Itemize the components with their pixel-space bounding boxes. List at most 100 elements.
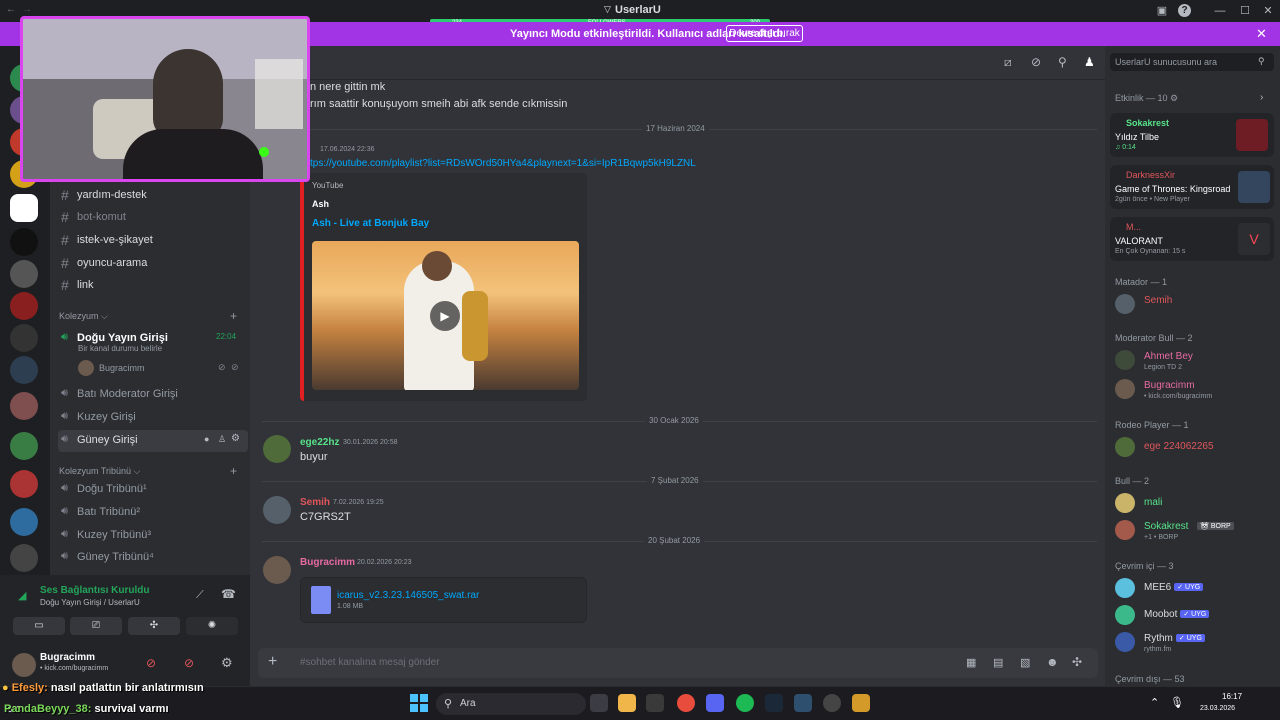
play-icon[interactable]: ▶ [430,301,460,331]
avatar[interactable] [263,556,291,584]
screen-share-button[interactable]: ⎚ [70,617,122,635]
embed-title[interactable]: Ash - Live at Bonjuk Bay [312,218,429,229]
gift-icon[interactable]: ▦ [966,656,976,669]
activity-card-2[interactable]: DarknessXir Game of Thrones: Kingsroad 2… [1110,165,1274,209]
clock-date[interactable]: 23.03.2026 [1200,705,1235,712]
avatar[interactable] [263,496,291,524]
windows-start-icon[interactable] [410,694,428,712]
voice-location[interactable]: Doğu Yayın Girişi / UserlarU [40,598,140,607]
server-icon-10[interactable] [10,356,38,384]
video-thumbnail[interactable]: ▶ [312,241,579,390]
inbox-icon[interactable]: ▣ [1154,3,1170,19]
emoji-icon[interactable]: ☻ [1046,655,1059,669]
server-icon-15[interactable] [10,544,38,572]
activity-card-3[interactable]: M... VALORANT En Çok Oynanan: 15 s V [1110,217,1274,261]
voice-channel-bati-tribunu[interactable]: 🔊︎ Batı Tribünü² [58,502,248,524]
channel-istek-ve-sikayet[interactable]: # istek-ve-şikayet [58,230,248,252]
embed-author[interactable]: Ash [312,199,329,209]
gear-icon[interactable]: ⚙ [231,433,240,444]
chrome-icon[interactable] [677,694,695,712]
message-author[interactable]: Bugracimm [300,557,355,568]
category-kolezyum[interactable]: Kolezyum ⌵ [59,311,108,322]
pin-icon[interactable]: ⚲ [1058,55,1067,69]
user-name[interactable]: Bugracimm [40,652,95,663]
member-list-icon[interactable]: ♟ [1084,55,1095,69]
chevron-up-icon[interactable]: ⌃ [1150,696,1159,709]
category-kolezyum-tribunu[interactable]: Kolezyum Tribünü ⌵ [59,466,140,477]
mic-icon[interactable]: 🎙︎ [1170,696,1184,709]
activity-card-1[interactable]: Sokakrest Yıldız Tilbe ♫ 0:14 [1110,113,1274,157]
server-icon-9[interactable] [10,324,38,352]
gif-icon[interactable]: ▤ [993,656,1003,669]
avatar[interactable] [12,653,36,677]
server-icon-13[interactable] [10,470,38,498]
task-view-icon[interactable] [590,694,608,712]
taskbar-search[interactable]: ⚲ Ara [436,693,586,715]
member-item[interactable]: Bugracimm • kick.com/bugracimm [1115,379,1275,405]
voice-channel-bati[interactable]: 🔊︎ Batı Moderator Girişi [58,384,248,406]
sticker-icon[interactable]: ▧ [1020,656,1030,669]
spotify-icon[interactable] [736,694,754,712]
channel-bot-komut[interactable]: # bot-komut [58,207,248,229]
member-item[interactable]: ege 224062265 [1115,437,1275,463]
steam-icon[interactable] [765,694,783,712]
channel-oyuncu-arama[interactable]: # oyuncu-arama [58,253,248,275]
member-item[interactable]: Moobot ✓ UYG [1115,605,1275,631]
threads-icon[interactable]: ⧄ [1004,55,1012,70]
member-item[interactable]: Sokakrest 👑︎ BORP +1 • BORP [1115,520,1275,546]
chevron-right-icon[interactable]: › [1260,92,1263,103]
member-item[interactable]: Semih [1115,294,1275,320]
clock-time[interactable]: 16:17 [1222,692,1242,701]
forward-arrow-icon[interactable]: → [22,4,32,15]
close-window-icon[interactable]: ✕ [1260,3,1276,19]
channel-status[interactable]: Bir kanal durumu belirle [78,344,162,353]
voice-connected-status[interactable]: Ses Bağlantısı Kuruldu [40,585,149,596]
member-item[interactable]: Ahmet Bey Legion TD 2 [1115,350,1275,376]
apps-icon[interactable]: ✣ [1072,655,1082,669]
activity-header[interactable]: Etkinlik — 10 ⚙ [1115,93,1178,104]
avatar[interactable] [263,435,291,463]
add-channel-icon[interactable]: + [230,464,237,478]
headphones-muted-icon[interactable]: ⊘ [184,656,194,670]
server-icon-14[interactable] [10,508,38,536]
server-icon-12[interactable] [10,432,38,460]
close-notice-icon[interactable]: ✕ [1256,26,1267,42]
voice-channel-guney[interactable]: 🔊︎ Güney Girişi ● ♙ ⚙ [58,430,248,452]
help-icon[interactable]: ? [1178,4,1191,17]
member-item[interactable]: mali [1115,493,1275,519]
voice-channel-guney-tribunu[interactable]: 🔊︎ Güney Tribünü⁴ [58,547,248,569]
server-icon-6[interactable] [10,228,38,256]
back-arrow-icon[interactable]: ← [6,4,16,15]
voice-user-name[interactable]: Bugracimm [99,363,145,373]
noise-suppression-icon[interactable]: ⟋ [196,589,204,602]
discord-icon[interactable] [706,694,724,712]
youtube-link[interactable]: tps://youtube.com/playlist?list=RDsWOrd5… [310,158,696,169]
member-item[interactable]: MEE6 ✓ UYG [1115,578,1275,604]
member-item[interactable]: Rythm ✓ UYG rythm.fm [1115,632,1275,658]
activities-button[interactable]: ✣ [128,617,180,635]
message-author[interactable]: ege22hz [300,437,339,448]
file-explorer-icon[interactable] [618,694,636,712]
maximize-icon[interactable]: ☐ [1237,3,1253,19]
minimize-icon[interactable]: — [1212,3,1228,19]
server-icon-11[interactable] [10,392,38,420]
chat-bubble-icon[interactable]: ● [204,434,209,444]
soundboard-button[interactable]: ✺ [186,617,238,635]
server-icon-8[interactable] [10,292,38,320]
app-icon[interactable] [646,694,664,712]
obs-icon[interactable] [823,694,841,712]
voice-channel-kuzey[interactable]: 🔊︎ Kuzey Girişi [58,407,248,429]
add-channel-icon[interactable]: + [230,309,237,323]
app-icon[interactable] [794,694,812,712]
server-icon-7[interactable] [10,260,38,288]
add-attachment-icon[interactable]: + [268,653,277,671]
server-icon-active[interactable] [10,194,38,222]
mic-muted-icon[interactable]: ⊘ [146,656,156,670]
user-settings-gear-icon[interactable]: ⚙ [221,655,233,671]
voice-channel-kuzey-tribunu[interactable]: 🔊︎ Kuzey Tribünü³ [58,525,248,547]
message-author[interactable]: Semih [300,497,330,508]
disable-streamer-mode-button[interactable]: Devre dışı bırak [726,25,803,42]
notification-muted-icon[interactable]: ⊘ [1031,55,1041,69]
file-name[interactable]: icarus_v2.3.23.146505_swat.rar [337,590,479,601]
message-input[interactable]: #sohbet kanalına mesaj gönder [300,657,440,668]
